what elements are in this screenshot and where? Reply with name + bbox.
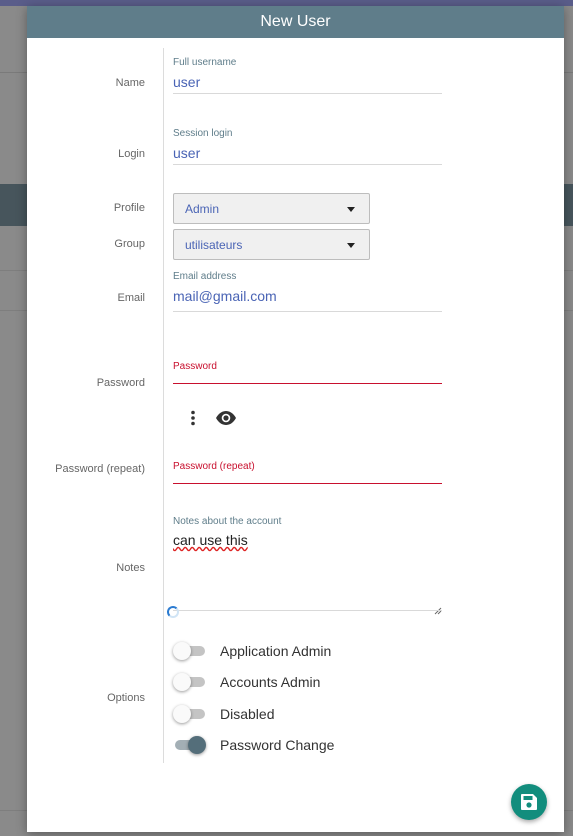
password-label: Password [96,377,145,389]
accounts-admin-toggle[interactable] [173,672,207,692]
password-change-toggle[interactable] [173,735,207,755]
login-label: Login [118,148,145,160]
login-underline [173,164,442,165]
profile-select-value: Admin [185,202,220,216]
application-admin-toggle[interactable] [173,641,207,661]
login-input[interactable]: user [173,142,442,164]
name-input[interactable]: user [173,71,442,93]
password-change-label: Password Change [220,737,335,753]
email-label: Email [117,292,145,304]
notes-label: Notes [116,562,145,574]
name-field[interactable]: Full username user [173,57,442,94]
notes-input[interactable]: can use this [173,532,442,548]
options-label: Options [107,692,145,704]
form-divider [163,48,164,763]
name-floating-label: Full username [173,57,237,68]
disabled-label: Disabled [220,706,275,722]
password-repeat-underline [173,483,442,484]
toggle-thumb [173,673,191,691]
application-admin-label: Application Admin [220,643,332,659]
profile-select[interactable]: Admin [173,193,370,224]
password-underline [173,383,442,384]
toggle-thumb [188,736,206,754]
chevron-down-icon [347,243,355,248]
new-user-dialog: New User Name Full username user Login S… [27,6,564,832]
email-input[interactable]: mail@gmail.com [173,285,442,307]
profile-label: Profile [113,202,145,214]
group-select[interactable]: utilisateurs [173,229,370,260]
accounts-admin-label: Accounts Admin [220,674,321,690]
eye-icon[interactable] [215,410,237,426]
save-button[interactable] [511,784,547,820]
disabled-toggle[interactable] [173,704,207,724]
more-vert-icon[interactable] [190,410,196,426]
password-repeat-floating-label: Password (repeat) [173,461,255,472]
login-field[interactable]: Session login user [173,128,442,165]
loading-spinner-icon [167,606,179,618]
password-field[interactable]: Password [173,361,442,384]
password-repeat-field[interactable]: Password (repeat) [173,461,442,484]
email-field[interactable]: Email address mail@gmail.com [173,271,442,312]
resize-handle-icon[interactable] [434,602,442,615]
email-underline [173,311,442,312]
password-repeat-label: Password (repeat) [55,463,145,475]
toggle-thumb [173,705,191,723]
login-floating-label: Session login [173,128,233,139]
toggle-thumb [173,642,191,660]
name-label: Name [115,77,145,89]
notes-underline [173,610,442,611]
notes-textarea[interactable]: Notes about the account can use this [173,516,442,616]
name-underline [173,93,442,94]
group-select-value: utilisateurs [185,238,243,252]
email-floating-label: Email address [173,271,237,282]
dialog-title: New User [27,6,564,38]
password-floating-label: Password [173,361,217,372]
password-tools [173,408,253,428]
chevron-down-icon [347,207,355,212]
save-icon [521,794,537,810]
group-label: Group [114,238,145,250]
notes-floating-label: Notes about the account [173,516,282,527]
